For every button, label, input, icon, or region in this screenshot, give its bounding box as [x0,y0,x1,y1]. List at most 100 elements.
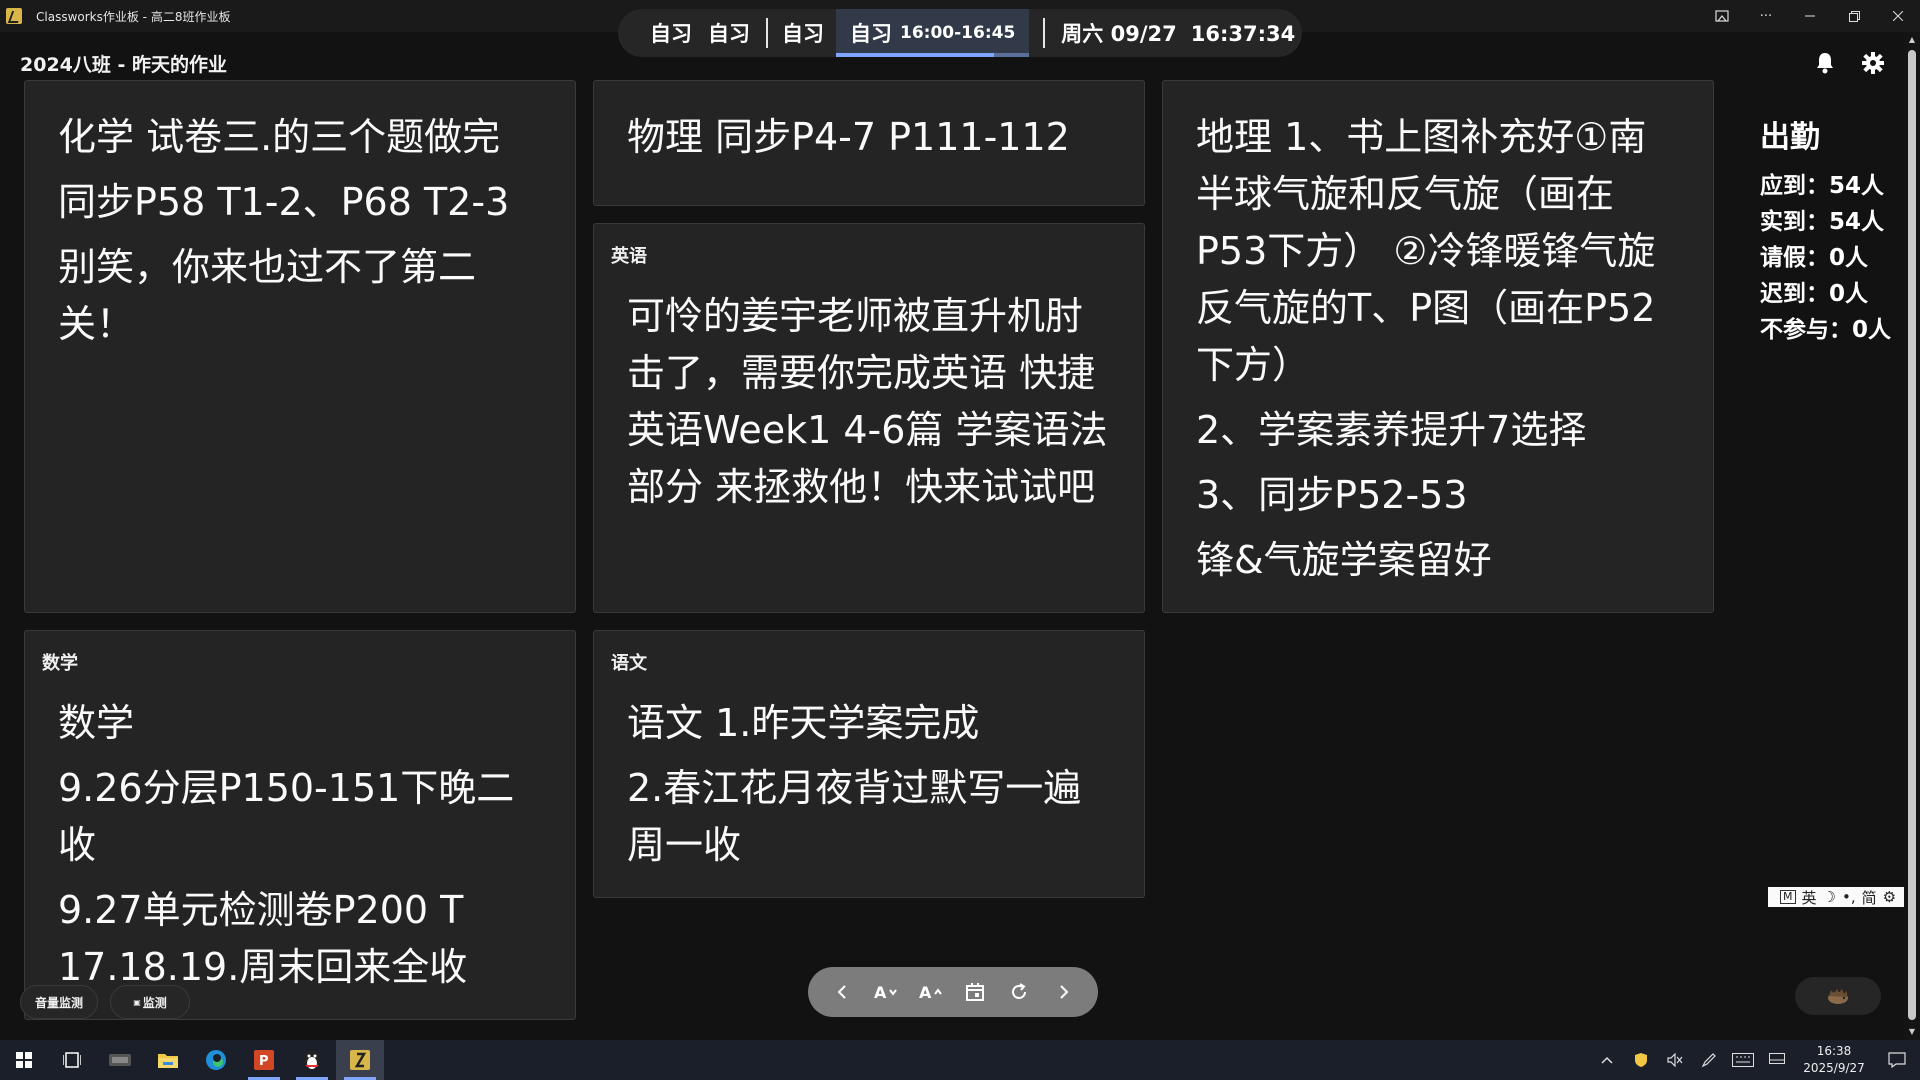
homework-line: 地理 1、书上图补充好①南半球气旋和反气旋（画在P53下方） ②冷锋暖锋气旋反气… [1196,115,1656,387]
scroll-thumb[interactable] [1908,50,1916,1020]
ime-logo-icon: M [1780,890,1796,904]
window-title: Classworks作业板 - 高二8班作业板 [36,9,231,24]
ime-mode[interactable]: 英 [1802,887,1817,908]
attendance-title: 出勤 [1760,120,1820,155]
volume-monitor-label: 音量监测 [34,995,83,1010]
gear-icon[interactable]: ⚙ [1883,888,1896,906]
attendance-leave: 请假：0人 [1760,245,1869,271]
powerpoint-icon[interactable]: P [240,1040,288,1080]
classworks-taskbar-icon[interactable] [336,1040,384,1080]
monitor-icon: ▣ [133,997,141,1007]
homework-line: 可怜的姜宇老师被直升机肘击了，需要你完成英语 快捷英语Week1 4-6篇 学案… [627,294,1108,509]
keyboard-icon[interactable] [1726,1040,1760,1080]
file-explorer-icon[interactable] [144,1040,192,1080]
hedgehog-avatar-button[interactable] [1795,977,1881,1015]
homework-card-chinese[interactable]: 语文 语文 1.昨天学案完成 2.春江花月夜背过默写一遍 周一收 [593,630,1145,898]
windows-start-icon[interactable] [0,1040,48,1080]
homework-line: 3、同步P52-53 [1196,473,1468,517]
chevron-up-icon[interactable] [1590,1040,1624,1080]
page-title: 2024八班 - 昨天的作业 [20,54,227,76]
ime-simplified[interactable]: 简 [1862,887,1877,908]
windows-taskbar: P 16:38 2025/9/27 [0,1040,1920,1080]
cast-icon[interactable] [1700,0,1744,32]
period-progress-bar [836,53,1030,57]
display-icon[interactable] [1760,1040,1794,1080]
next-day-button[interactable] [1047,975,1081,1009]
minimize-button[interactable] [1788,0,1832,32]
window-controls: ··· [1700,0,1920,32]
shield-icon[interactable] [1624,1040,1658,1080]
moon-icon[interactable]: ☽ [1823,888,1836,906]
homework-line: 数学 [58,701,135,745]
clock: 16:37:34 [1190,22,1296,46]
scroll-down-icon[interactable]: ▼ [1908,1028,1916,1036]
speaker-muted-icon[interactable] [1658,1040,1692,1080]
homework-card-physics[interactable]: 物理 同步P4-7 P111-112 [593,80,1145,206]
schedule-item[interactable]: 自习 [782,18,824,48]
header-actions [1812,50,1886,76]
current-period[interactable]: 自习 16:00-16:45 [836,9,1030,57]
notification-icon[interactable] [1874,1040,1920,1080]
classworks-app-icon [6,8,22,24]
taskbar-clock[interactable]: 16:38 2025/9/27 [1794,1043,1874,1077]
attendance-actual: 实到：54人 [1760,209,1885,235]
attendance-panel[interactable]: 出勤 应到：54人 实到：54人 请假：0人 迟到：0人 不参与：0人 [1760,112,1900,348]
svg-text:A: A [874,983,887,1001]
restore-button[interactable] [1832,0,1876,32]
homework-line: 锋&气旋学案留好 [1196,538,1492,582]
homework-line: 化学 试卷三.的三个题做完 [58,115,501,159]
calendar-icon[interactable] [958,975,992,1009]
class-schedule-bar: 自习 自习 自习 自习 16:00-16:45 周六 09/27 16:37:34 [618,9,1302,57]
homework-line: 物理 同步P4-7 P111-112 [627,115,1070,159]
vertical-scrollbar[interactable]: ▲ ▼ [1904,32,1920,1040]
schedule-divider [766,18,768,48]
subject-label: 数学 [42,653,78,674]
attendance-expected: 应到：54人 [1760,173,1885,199]
homework-card-math[interactable]: 数学 数学 9.26分层P150-151下晚二收 9.27单元检测卷P200 T… [24,630,576,1020]
task-view-icon[interactable] [48,1040,96,1080]
punctuation-icon[interactable]: •, [1842,888,1856,906]
drive-app-icon[interactable] [96,1040,144,1080]
pen-icon[interactable] [1692,1040,1726,1080]
homework-line: 2.春江花月夜背过默写一遍 周一收 [627,766,1082,867]
homework-line: 9.27单元检测卷P200 T 17.18.19.周末回来全收 [58,888,468,989]
previous-day-button[interactable] [825,975,859,1009]
date-time: 周六 09/27 16:37:34 [1061,18,1295,48]
font-decrease-button[interactable]: A [869,975,903,1009]
more-icon[interactable]: ··· [1744,0,1788,32]
current-period-time: 16:00-16:45 [900,23,1016,43]
current-period-label: 自习 [850,22,892,46]
homework-line: 9.26分层P150-151下晚二收 [58,766,515,867]
close-button[interactable] [1876,0,1920,32]
ime-toolbar[interactable]: M 英 ☽ •, 简 ⚙ [1768,887,1920,907]
homework-line: 2、学案素养提升7选择 [1196,408,1587,452]
schedule-item[interactable]: 自习 [650,18,692,48]
attendance-absent: 不参与：0人 [1760,317,1892,343]
gear-icon[interactable] [1860,50,1886,76]
subject-label: 英语 [611,246,647,267]
homework-line: 别笑，你来也过不了第二关！ [58,245,477,346]
period-progress-fill [836,53,995,57]
svg-text:A: A [919,983,932,1001]
schedule-divider [1043,18,1046,48]
homework-card-chemistry[interactable]: 化学 试卷三.的三个题做完 同步P58 T1-2、P68 T2-3 别笑，你来也… [24,80,576,613]
homework-line: 同步P58 T1-2、P68 T2-3 [58,180,510,224]
edge-browser-icon[interactable] [192,1040,240,1080]
bottom-toolbar: A A [808,967,1098,1017]
monitor-label: 监测 [142,995,167,1010]
weekday-date: 周六 09/27 [1061,22,1177,46]
monitor-chip[interactable]: ▣ 监测 [110,985,190,1019]
attendance-late: 迟到：0人 [1760,281,1869,307]
homework-card-english[interactable]: 英语 可怜的姜宇老师被直升机肘击了，需要你完成英语 快捷英语Week1 4-6篇… [593,223,1145,613]
schedule-item[interactable]: 自习 [708,18,750,48]
scroll-up-icon[interactable]: ▲ [1908,36,1916,44]
volume-monitor-chip[interactable]: 音量监测 [20,985,98,1019]
bell-icon[interactable] [1812,50,1838,76]
qq-penguin-icon[interactable] [288,1040,336,1080]
tray-time: 16:38 [1816,1044,1852,1058]
font-increase-button[interactable]: A [914,975,948,1009]
refresh-icon[interactable] [1002,975,1036,1009]
homework-line: 语文 1.昨天学案完成 [627,701,980,745]
homework-card-geography[interactable]: 地理 1、书上图补充好①南半球气旋和反气旋（画在P53下方） ②冷锋暖锋气旋反气… [1162,80,1714,613]
tray-date: 2025/9/27 [1803,1061,1865,1075]
